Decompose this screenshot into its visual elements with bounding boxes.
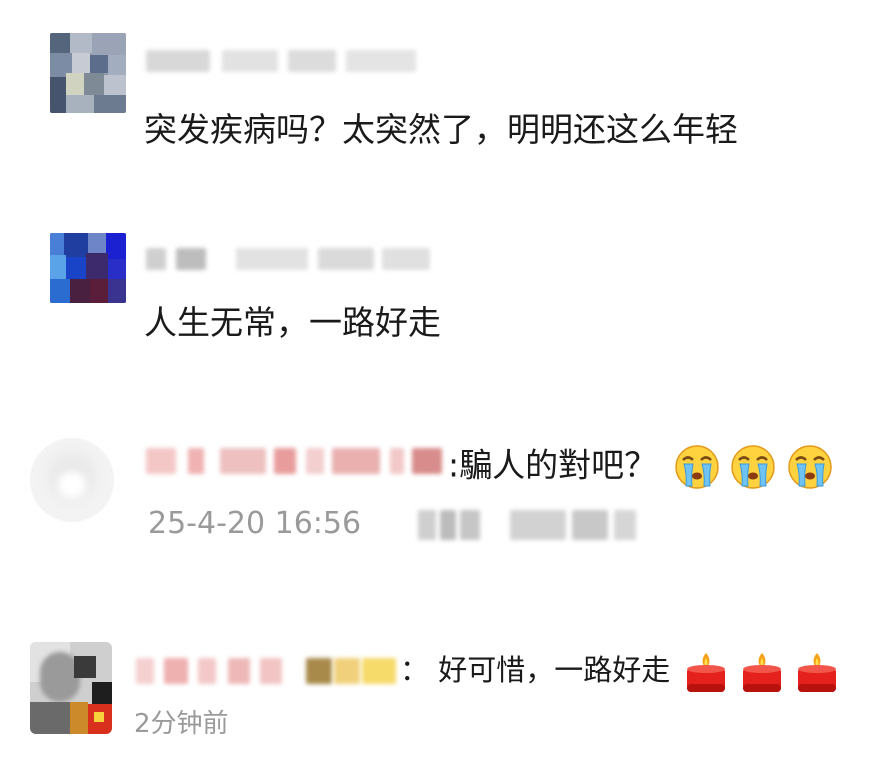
crying-face-icon <box>731 445 775 489</box>
location-redacted <box>418 510 638 540</box>
candle-icon <box>797 652 836 692</box>
candle-icon <box>742 652 781 692</box>
username-redacted[interactable] <box>146 248 430 270</box>
comment-text: 人生无常，一路好走 <box>144 303 441 342</box>
comment-item: ： 好可惜，一路好走 2分钟前 <box>0 620 888 784</box>
comment-text-content: :騙人的對吧？ <box>448 445 658 485</box>
comment-item: :騙人的對吧？ 25-4-20 16:56 <box>0 390 888 620</box>
avatar[interactable] <box>30 438 114 522</box>
comment-item: 突发疾病吗？太突然了，明明还这么年轻 <box>0 0 888 200</box>
candle-icon <box>687 652 726 692</box>
avatar[interactable] <box>50 233 126 303</box>
comment-text-content: ： 好可惜，一路好走 <box>400 653 671 687</box>
username-redacted[interactable] <box>136 658 398 684</box>
crying-face-emoji-row <box>674 444 833 490</box>
username-redacted[interactable] <box>146 448 442 474</box>
comment-text: 突发疾病吗？太突然了，明明还这么年轻 <box>144 110 738 149</box>
crying-face-icon <box>787 445 832 489</box>
candle-emoji-row <box>683 649 839 696</box>
username-redacted[interactable] <box>146 50 418 72</box>
comment-text: :騙人的對吧？ <box>448 444 833 490</box>
avatar[interactable] <box>30 642 112 734</box>
comment-timestamp: 2分钟前 <box>134 709 229 739</box>
comment-text: ： 好可惜，一路好走 <box>400 648 840 696</box>
avatar[interactable] <box>50 33 126 113</box>
comment-item: 人生无常，一路好走 <box>0 200 888 390</box>
comment-timestamp: 25-4-20 16:56 <box>148 506 362 541</box>
crying-face-icon <box>674 445 719 489</box>
